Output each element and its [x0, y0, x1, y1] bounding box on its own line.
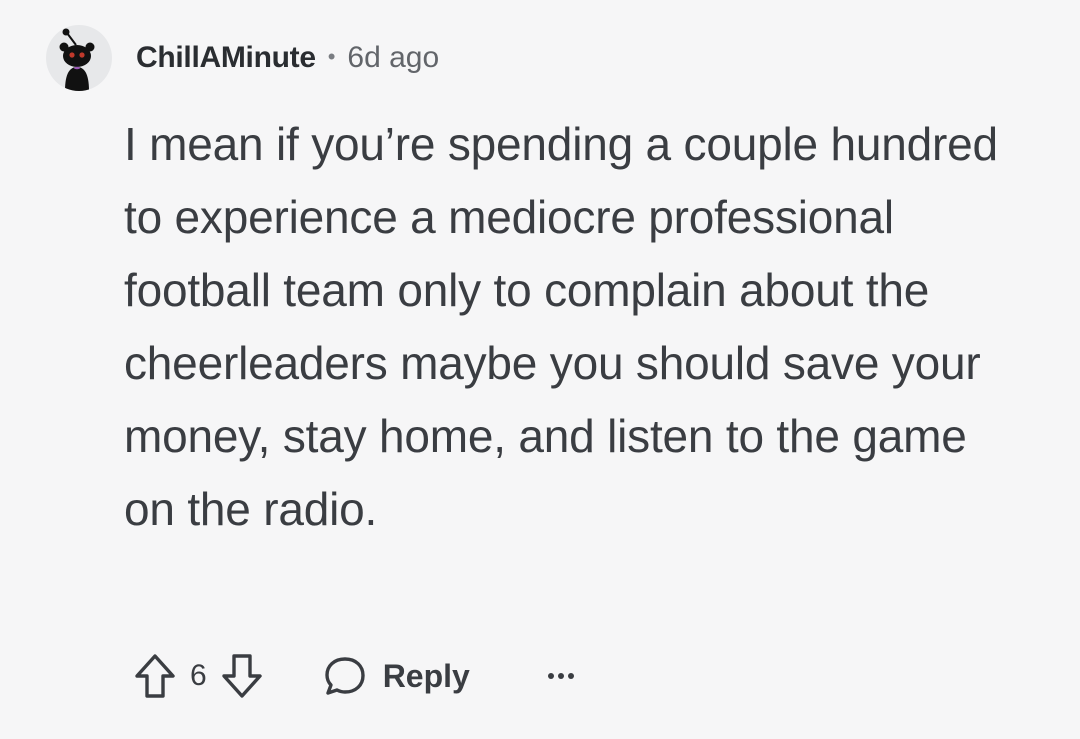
- author-username[interactable]: ChillAMinute: [136, 41, 316, 75]
- comment-timestamp: 6d ago: [347, 41, 440, 74]
- more-options-button[interactable]: [546, 671, 576, 681]
- comment-actions: 6 Reply: [134, 648, 576, 704]
- comment-card: ChillAMinute • 6d ago I mean if you’re s…: [0, 0, 1080, 739]
- vote-score: 6: [190, 659, 207, 692]
- reply-label: Reply: [382, 657, 470, 694]
- downvote-button[interactable]: [221, 653, 263, 699]
- comment-header: ChillAMinute • 6d ago: [46, 24, 439, 92]
- reddit-snoo-avatar-icon: [59, 28, 95, 91]
- upvote-button[interactable]: [134, 653, 176, 699]
- speech-bubble-icon: [324, 657, 365, 695]
- ellipsis-icon: [547, 673, 574, 679]
- user-avatar[interactable]: [46, 25, 112, 91]
- upvote-arrow-icon: [135, 654, 175, 698]
- downvote-arrow-icon: [221, 654, 262, 698]
- comment-body: I mean if you’re spending a couple hundr…: [124, 118, 998, 535]
- meta-separator: •: [327, 44, 336, 69]
- reply-button[interactable]: Reply: [323, 655, 470, 697]
